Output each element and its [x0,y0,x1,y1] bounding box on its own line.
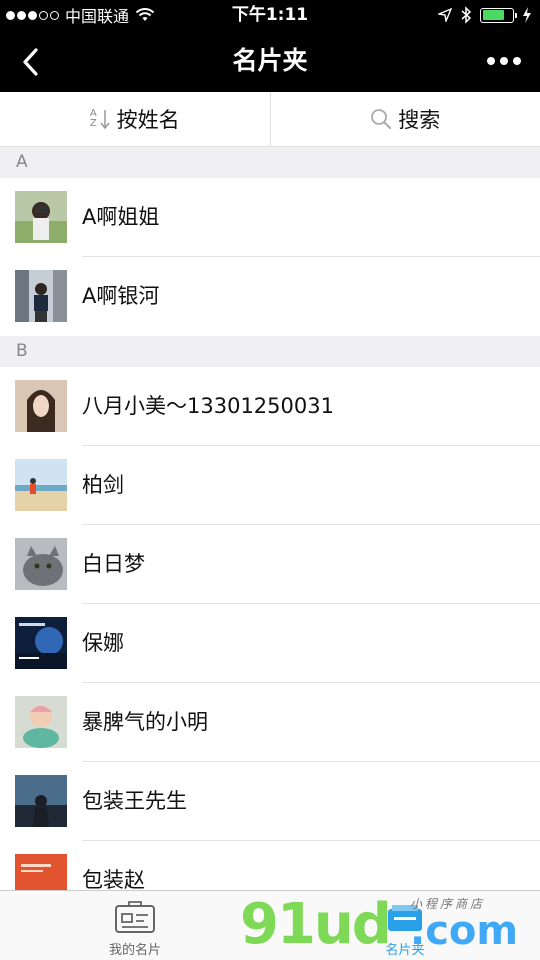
contact-row[interactable]: 包装王先生 [0,762,540,841]
avatar [15,775,67,827]
contact-row[interactable]: A啊姐姐 [0,178,540,257]
signal-strength-icon [6,10,59,20]
business-card-icon [115,901,155,933]
battery-level [482,10,505,20]
battery-icon [480,7,517,23]
card-holder-icon [388,905,422,931]
avatar [15,191,67,243]
app-screen: 中国联通 下午1:11 名片夹 A Z 按姓名 搜索 A A啊姐姐 A啊银河 B… [0,0,540,960]
search-button[interactable]: 搜索 [271,92,540,146]
contact-row[interactable]: 保娜 [0,604,540,683]
avatar [15,538,67,590]
search-icon [371,109,392,129]
search-label: 搜索 [398,108,441,132]
avatar [15,696,67,748]
avatar [15,617,67,669]
more-dots-icon [487,57,495,65]
more-dot [513,57,521,65]
tab-card-holder[interactable]: 名片夹 [345,891,465,960]
contact-name: 白日梦 [82,552,145,576]
section-header-a: A [0,147,540,178]
location-arrow-icon [438,8,452,22]
contact-row[interactable]: 白日梦 [0,525,540,604]
tab-my-card[interactable]: 我的名片 [75,891,195,960]
az-sort-icon: AZ [90,108,111,130]
contact-name: 柏剑 [82,473,124,497]
contact-name: A啊姐姐 [82,205,160,229]
tab-label: 名片夹 [385,943,425,958]
sort-by-name-button[interactable]: AZ 按姓名 [0,92,270,146]
status-left: 中国联通 [6,0,155,30]
more-button[interactable] [482,44,526,78]
section-header-b: B [0,336,540,367]
contact-row[interactable]: 柏剑 [0,446,540,525]
status-right [438,0,532,30]
avatar [15,459,67,511]
carrier-name: 中国联通 [65,7,130,26]
status-bar: 中国联通 下午1:11 [0,0,540,30]
contact-name: 保娜 [82,631,124,655]
contact-row[interactable]: 暴脾气的小明 [0,683,540,762]
avatar [15,270,67,322]
contact-name: A啊银河 [82,284,160,308]
back-button[interactable] [10,42,50,82]
navigation-bar: 名片夹 [0,30,540,92]
contact-row[interactable]: A啊银河 [0,257,540,336]
sort-label: 按姓名 [116,108,180,132]
wifi-icon [135,8,155,21]
page-title: 名片夹 [232,46,308,75]
contact-name: 暴脾气的小明 [82,710,208,734]
avatar [15,380,67,432]
contact-row[interactable]: 八月小美～13301250031 [0,367,540,446]
tab-label: 我的名片 [108,943,161,958]
chevron-left-icon [23,48,38,76]
bluetooth-icon [461,6,472,24]
contact-name: 八月小美～13301250031 [82,394,334,418]
charging-bolt-icon [523,7,531,23]
contact-name: 包装王先生 [82,789,187,813]
toolbar: AZ 按姓名 搜索 [0,92,540,147]
tab-bar: 我的名片 名片夹 [0,890,540,960]
more-dot [500,57,508,65]
contact-list: A A啊姐姐 A啊银河 B 八月小美～13301250031 柏剑 白日梦 保娜… [0,147,540,920]
